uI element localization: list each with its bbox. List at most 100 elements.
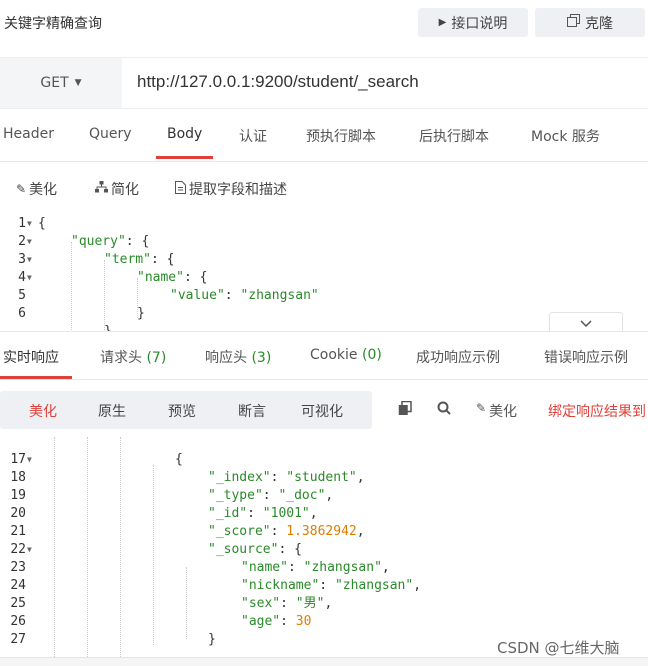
tab-response-headers[interactable]: 响应头 (3) (205, 347, 271, 367)
view-mode-visualize[interactable]: 可视化 (301, 401, 343, 421)
simplify-button[interactable]: 简化 (95, 179, 139, 199)
beautify-label: 美化 (29, 182, 58, 198)
tab-cookie[interactable]: Cookie (0) (310, 347, 382, 363)
cookie-count: (0) (361, 347, 382, 363)
fold-toggle-icon[interactable]: ▼ (27, 233, 32, 251)
code-line: 19 "_type": "_doc", (0, 487, 648, 505)
view-mode-beautify[interactable]: 美化 (29, 401, 57, 421)
tab-error-example[interactable]: 错误响应示例 (544, 347, 628, 367)
bind-response-link[interactable]: 绑定响应结果到 (548, 401, 646, 421)
code-text: "value": "zhangsan" (170, 288, 319, 303)
code-text: "term": { (104, 252, 175, 267)
code-text: "nickname": "zhangsan", (241, 578, 422, 593)
fold-toggle-icon[interactable]: ▼ (27, 269, 32, 287)
code-text: } (137, 306, 145, 321)
code-text: "query": { (71, 234, 150, 249)
code-text: "name": "zhangsan", (241, 560, 390, 575)
fold-toggle-icon[interactable]: ▼ (27, 215, 32, 233)
code-line: 20 "_id": "1001", (0, 505, 648, 523)
view-mode-segment: 美化 原生 预览 断言 可视化 (0, 391, 372, 429)
clone-label: 克隆 (585, 15, 613, 32)
response-tabs: 实时响应 请求头 (7) 响应头 (3) Cookie (0) 成功响应示例 错… (0, 331, 648, 380)
tab-auth[interactable]: 认证 (239, 126, 267, 146)
request-tabs: Header Query Body 认证 预执行脚本 后执行脚本 Mock 服务 (0, 109, 648, 162)
response-beautify-label: 美化 (489, 404, 518, 420)
tab-post-script[interactable]: 后执行脚本 (419, 126, 489, 146)
magic-wand-icon: ✎ (16, 182, 27, 196)
code-text: "_source": { (208, 542, 302, 557)
view-mode-raw[interactable]: 原生 (98, 401, 126, 421)
url-bar: GET ▼ http://127.0.0.1:9200/student/_sea… (0, 57, 648, 109)
file-icon (175, 180, 186, 198)
tab-error-example-label: 错误响应示例 (544, 350, 628, 366)
response-body-viewer[interactable]: 17 ▼{18 "_index": "student", 19 "_type": "_d… (0, 437, 648, 657)
code-line: 3 ▼ "term": { (0, 251, 648, 269)
api-doc-button[interactable]: ▶ 接口说明 (418, 8, 528, 37)
watermark: CSDN @七维大脑 (497, 639, 620, 657)
line-number: 18 (10, 470, 26, 485)
fold-toggle-icon[interactable]: ▼ (27, 541, 32, 559)
tab-query[interactable]: Query (89, 126, 132, 142)
chevron-down-icon (580, 317, 592, 331)
search-icon[interactable] (437, 401, 451, 419)
tab-mock[interactable]: Mock 服务 (531, 126, 600, 146)
code-line: 17 ▼ { (0, 451, 648, 469)
tab-live-response-label: 实时响应 (3, 350, 59, 366)
active-tab-indicator (156, 156, 213, 159)
tab-cookie-label: Cookie (310, 347, 358, 363)
code-line: 18 "_index": "student", (0, 469, 648, 487)
clone-button[interactable]: 克隆 (535, 8, 645, 37)
tab-body[interactable]: Body (167, 126, 202, 142)
code-text: { (38, 216, 46, 231)
view-mode-assert[interactable]: 断言 (238, 401, 266, 421)
method-select[interactable]: GET ▼ (0, 58, 122, 108)
response-beautify-button[interactable]: ✎ 美化 (476, 401, 517, 421)
code-line: 21 "_score": 1.3862942, (0, 523, 648, 541)
line-number: 23 (10, 560, 26, 575)
beautify-button[interactable]: ✎ 美化 (16, 179, 57, 199)
line-number: 17 (10, 452, 26, 467)
line-number: 4 (18, 270, 26, 285)
copy-icon (567, 14, 580, 31)
tab-live-response[interactable]: 实时响应 (3, 347, 59, 367)
extract-fields-button[interactable]: 提取字段和描述 (175, 179, 287, 199)
code-line: 23 "name": "zhangsan", (0, 559, 648, 577)
line-number: 1 (18, 216, 26, 231)
code-text: } (208, 632, 216, 647)
code-line: 4 ▼ "name": { (0, 269, 648, 287)
top-bar: 关键字精确查询 ▶ 接口说明 克隆 (0, 0, 648, 47)
line-number: 6 (18, 306, 26, 321)
code-text: { (175, 452, 183, 467)
code-text: "age": 30 (241, 614, 312, 629)
code-text: "_type": "_doc", (208, 488, 334, 503)
line-number: 24 (10, 578, 26, 593)
view-mode-preview[interactable]: 预览 (168, 401, 196, 421)
line-number: 20 (10, 506, 26, 521)
code-line: 25 "sex": "男", (0, 595, 648, 613)
magic-wand-icon: ✎ (476, 401, 487, 415)
body-toolbar: ✎ 美化 简化 提取字段和描述 (0, 162, 648, 215)
tab-request-headers-label: 请求头 (100, 350, 142, 366)
code-line: 22 ▼ "_source": { (0, 541, 648, 559)
fold-toggle-icon[interactable]: ▼ (27, 451, 32, 469)
line-number: 27 (10, 632, 26, 647)
code-text: } (104, 323, 112, 331)
code-line: 2 ▼ "query": { (0, 233, 648, 251)
active-response-tab-indicator (0, 376, 72, 379)
fold-toggle-icon[interactable]: ▼ (27, 251, 32, 269)
extract-fields-label: 提取字段和描述 (189, 182, 287, 198)
tab-pre-script[interactable]: 预执行脚本 (306, 126, 376, 146)
tab-response-headers-label: 响应头 (205, 350, 247, 366)
code-line: 26 "age": 30 (0, 613, 648, 631)
tab-header[interactable]: Header (3, 126, 54, 142)
tab-success-example[interactable]: 成功响应示例 (416, 347, 500, 367)
url-input[interactable]: http://127.0.0.1:9200/student/_search (137, 72, 419, 92)
code-text: "_id": "1001", (208, 506, 318, 521)
tab-request-headers[interactable]: 请求头 (7) (100, 347, 166, 367)
play-icon: ▶ (438, 17, 447, 28)
code-text: "sex": "男", (241, 596, 333, 611)
code-line: 24 "nickname": "zhangsan", (0, 577, 648, 595)
copy-icon[interactable] (398, 400, 412, 420)
simplify-label: 简化 (111, 182, 139, 198)
tab-success-example-label: 成功响应示例 (416, 350, 500, 366)
